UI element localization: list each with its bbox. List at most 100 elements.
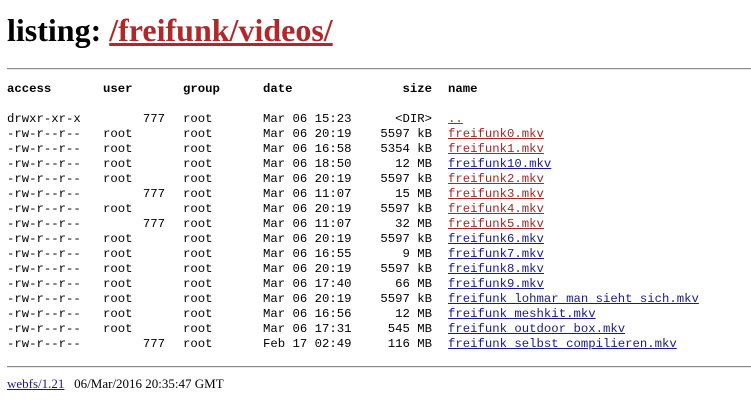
cell-user: root bbox=[103, 202, 133, 216]
cell-user: root bbox=[103, 322, 133, 336]
file-link[interactable]: freifunk7.mkv bbox=[448, 247, 544, 261]
cell-access: -rw-r--r-- bbox=[7, 337, 81, 351]
cell-name: freifunk2.mkv bbox=[448, 172, 544, 187]
cell-user: 777 bbox=[142, 217, 165, 231]
cell-date: Mar 06 17:40 bbox=[263, 277, 352, 291]
cell-user: root bbox=[103, 142, 133, 156]
table-row: -rw-r--r-- root root Mar 06 20:19 5597 kB fre… bbox=[7, 292, 699, 307]
table-row: -rw-r--r-- root root Mar 06 20:19 5597 kB fre… bbox=[7, 262, 699, 277]
table-row: -rw-r--r-- root root Mar 06 16:58 5354 kB fre… bbox=[7, 142, 699, 157]
cell-date: Mar 06 20:19 bbox=[263, 202, 352, 216]
cell-name: .. bbox=[448, 112, 463, 127]
cell-access: -rw-r--r-- bbox=[7, 247, 81, 261]
cell-access: -rw-r--r-- bbox=[7, 202, 81, 216]
file-link[interactable]: freifunk3.mkv bbox=[448, 187, 544, 201]
table-row: -rw-r--r-- root root Mar 06 20:19 5597 kB fre… bbox=[7, 202, 699, 217]
cell-user: root bbox=[103, 277, 133, 291]
cell-access: -rw-r--r-- bbox=[7, 292, 81, 306]
cell-group: root bbox=[183, 262, 213, 276]
cell-user: 777 bbox=[142, 112, 165, 126]
cell-size: 12 MB bbox=[395, 157, 432, 171]
file-link[interactable]: freifunk5.mkv bbox=[448, 217, 544, 231]
cell-name: freifunk lohmar man sieht sich.mkv bbox=[448, 292, 699, 307]
cell-access: drwxr-xr-x bbox=[7, 112, 81, 126]
cell-group: root bbox=[183, 307, 213, 321]
cell-access: -rw-r--r-- bbox=[7, 322, 81, 336]
cell-group: root bbox=[183, 172, 213, 186]
cell-user: root bbox=[103, 172, 133, 186]
cell-date: Mar 06 20:19 bbox=[263, 172, 352, 186]
cell-group: root bbox=[183, 337, 213, 351]
cell-size: 5597 kB bbox=[380, 202, 432, 216]
cell-size: 12 MB bbox=[395, 307, 432, 321]
parent-directory-link[interactable]: .. bbox=[448, 112, 463, 126]
cell-user: root bbox=[103, 292, 133, 306]
cell-name: freifunk4.mkv bbox=[448, 202, 544, 217]
cell-group: root bbox=[183, 322, 213, 336]
top-divider bbox=[7, 68, 751, 70]
cell-name: freifunk0.mkv bbox=[448, 127, 544, 142]
file-link[interactable]: freifunk1.mkv bbox=[448, 142, 544, 156]
file-link[interactable]: freifunk6.mkv bbox=[448, 232, 544, 246]
cell-name: freifunk7.mkv bbox=[448, 247, 544, 262]
cell-size: 66 MB bbox=[395, 277, 432, 291]
cell-name: freifunk9.mkv bbox=[448, 277, 544, 292]
cell-user: root bbox=[103, 262, 133, 276]
cell-group: root bbox=[183, 112, 213, 126]
file-link[interactable]: freifunk2.mkv bbox=[448, 172, 544, 186]
cell-date: Mar 06 15:23 bbox=[263, 112, 352, 126]
file-link[interactable]: freifunk lohmar man sieht sich.mkv bbox=[448, 292, 699, 306]
cell-date: Mar 06 20:19 bbox=[263, 292, 352, 306]
cell-date: Mar 06 20:19 bbox=[263, 262, 352, 276]
cell-access: -rw-r--r-- bbox=[7, 307, 81, 321]
table-row: -rw-r--r-- 777 root Mar 06 11:07 15 MB freifu… bbox=[7, 187, 699, 202]
cell-access: -rw-r--r-- bbox=[7, 172, 81, 186]
file-link[interactable]: freifunk0.mkv bbox=[448, 127, 544, 141]
cell-date: Mar 06 18:50 bbox=[263, 157, 352, 171]
cell-access: -rw-r--r-- bbox=[7, 217, 81, 231]
header-date: date bbox=[263, 82, 293, 96]
cell-user: root bbox=[103, 307, 133, 321]
cell-date: Mar 06 16:58 bbox=[263, 142, 352, 156]
cell-access: -rw-r--r-- bbox=[7, 277, 81, 291]
cell-user: 777 bbox=[142, 337, 165, 351]
cell-access: -rw-r--r-- bbox=[7, 157, 81, 171]
cell-name: freifunk6.mkv bbox=[448, 232, 544, 247]
cell-group: root bbox=[183, 202, 213, 216]
server-footer: webfs/1.21 06/Mar/2016 20:35:47 GMT bbox=[7, 376, 224, 392]
cell-size: 116 MB bbox=[387, 337, 432, 351]
table-row: -rw-r--r-- root root Mar 06 16:56 12 MB freif… bbox=[7, 307, 699, 322]
cell-group: root bbox=[183, 157, 213, 171]
cell-date: Mar 06 16:56 bbox=[263, 307, 352, 321]
cell-group: root bbox=[183, 142, 213, 156]
cell-date: Mar 06 11:07 bbox=[263, 187, 352, 201]
file-link[interactable]: freifunk10.mkv bbox=[448, 157, 551, 171]
cell-size: 5597 kB bbox=[380, 262, 432, 276]
table-row: -rw-r--r-- root root Mar 06 20:19 5597 kB fre… bbox=[7, 127, 699, 142]
table-row: -rw-r--r-- root root Mar 06 17:40 66 MB freif… bbox=[7, 277, 699, 292]
table-row: -rw-r--r-- 777 root Feb 17 02:49 116 MB freif… bbox=[7, 337, 699, 352]
file-link[interactable]: freifunk outdoor box.mkv bbox=[448, 322, 625, 336]
table-row: -rw-r--r-- root root Mar 06 16:55 9 MB freifu… bbox=[7, 247, 699, 262]
cell-date: Feb 17 02:49 bbox=[263, 337, 352, 351]
cell-group: root bbox=[183, 292, 213, 306]
file-link[interactable]: freifunk meshkit.mkv bbox=[448, 307, 596, 321]
table-row: -rw-r--r-- root root Mar 06 17:31 545 MB frei… bbox=[7, 322, 699, 337]
cell-size: 5597 kB bbox=[380, 292, 432, 306]
file-table: access user group date size name drwxr-x… bbox=[7, 82, 699, 352]
cell-size: <DIR> bbox=[395, 112, 432, 126]
file-link[interactable]: freifunk selbst compilieren.mkv bbox=[448, 337, 677, 351]
cell-user: 777 bbox=[142, 187, 165, 201]
directory-listing-page: listing: /freifunk/videos/ access user g… bbox=[0, 0, 751, 416]
cell-name: freifunk5.mkv bbox=[448, 217, 544, 232]
cell-date: Mar 06 17:31 bbox=[263, 322, 352, 336]
cell-date: Mar 06 11:07 bbox=[263, 217, 352, 231]
current-path-link[interactable]: /freifunk/videos/ bbox=[109, 12, 332, 48]
cell-access: -rw-r--r-- bbox=[7, 127, 81, 141]
server-software-link[interactable]: webfs/1.21 bbox=[7, 376, 64, 391]
file-link[interactable]: freifunk9.mkv bbox=[448, 277, 544, 291]
cell-size: 5597 kB bbox=[380, 232, 432, 246]
cell-user: root bbox=[103, 157, 133, 171]
file-link[interactable]: freifunk4.mkv bbox=[448, 202, 544, 216]
file-link[interactable]: freifunk8.mkv bbox=[448, 262, 544, 276]
